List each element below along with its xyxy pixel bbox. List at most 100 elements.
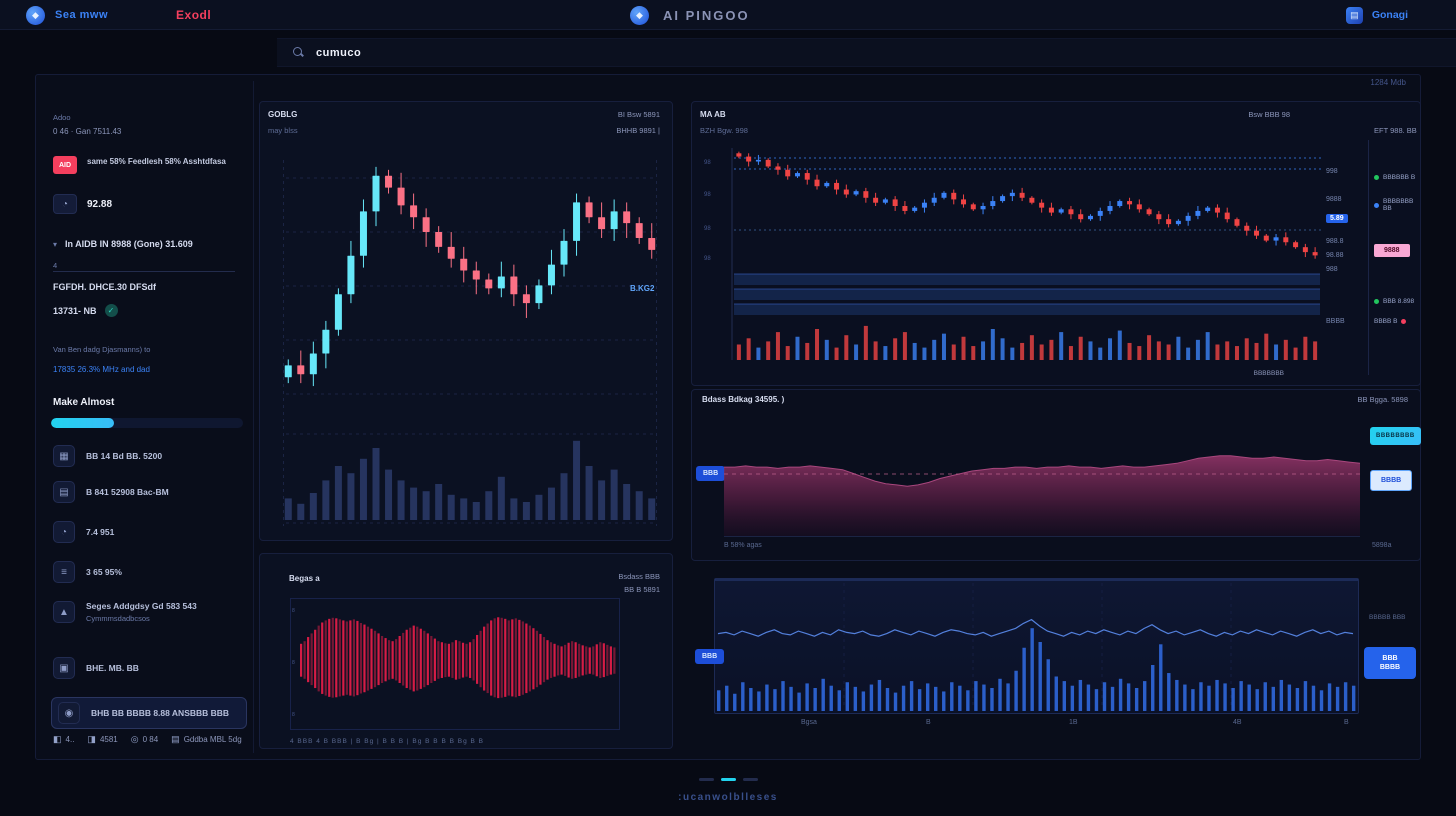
- slider-track[interactable]: [53, 271, 235, 272]
- brand-alt-label: Exodl: [176, 8, 211, 22]
- sidebar-item-label: Seges Addgdsy Gd 583 543 Cymmmsdadbcsos: [86, 601, 197, 622]
- panel-osc-title: Begas a: [289, 574, 320, 583]
- footer-item-3[interactable]: ▤ Gddba MBL 5dg: [171, 734, 241, 745]
- bar-line-chart: [715, 579, 1358, 713]
- pen-icon: ◨: [87, 734, 96, 745]
- top-bar: ◆ Sea mww Exodl ◆ AI PINGOO ▤ Gonagi: [0, 0, 1456, 30]
- app-logo-icon: ◆: [26, 6, 45, 25]
- sidebar-item-2[interactable]: ◔ 7.4 951: [53, 521, 253, 543]
- alert-row: AID same 58% Feedlesh 58% Asshtdfasa: [53, 156, 251, 174]
- sidebar-item-4[interactable]: ▲ Seges Addgdsy Gd 583 543 Cymmmsdadbcso…: [53, 601, 253, 623]
- bars-left-badge[interactable]: BBB: [695, 649, 724, 664]
- search-icon: [293, 47, 304, 58]
- sidebar-item-label-text: Seges Addgdsy Gd 583 543: [86, 601, 197, 611]
- metric-row: ◔ 92.88: [53, 194, 112, 214]
- panel-main-meta2: BHHB 9891 |: [616, 126, 660, 135]
- panel-dense-title: MA AB: [700, 110, 726, 119]
- area-bottom-left-label: B 58% agas: [724, 542, 762, 549]
- legend-item-3: BBB 8.898: [1374, 298, 1414, 305]
- area-cyan-badge[interactable]: BBBBBBBB: [1370, 427, 1421, 445]
- brand-name: Sea mww: [55, 9, 108, 21]
- bars-x-label: 1B: [1069, 719, 1078, 726]
- panel-area-meta: BB Bgga. 5898: [1358, 395, 1408, 404]
- green-dot-icon: [1374, 299, 1379, 304]
- symbol-dropdown[interactable]: ▾ In AIDB IN 8988 (Gone) 31.609: [53, 239, 193, 249]
- area-chart: [724, 410, 1360, 537]
- sidebar-footer: ◧ 4.. ◨ 4581 ◎ 0 84 ▤ Gddba MBL 5dg: [53, 734, 253, 745]
- area-left-badge[interactable]: BBB: [696, 466, 725, 481]
- footer-item-label: 4..: [66, 735, 75, 744]
- panel-main-title: GOBLG: [268, 110, 297, 119]
- footer-caption: :ucanwolblleses: [0, 792, 1456, 803]
- sidebar-item-5[interactable]: ▣ BHE. MB. BB: [53, 657, 253, 679]
- page-dash-2[interactable]: [743, 778, 758, 781]
- sidebar-item-label: BHB BB BBBB 8.88 ANSBBB BBB: [91, 708, 229, 718]
- trend-icon: ▲: [53, 601, 75, 623]
- legend-pink-badge[interactable]: 9888: [1374, 244, 1410, 257]
- legend-item-4: BBBB B: [1374, 318, 1406, 325]
- sidebar-item-label: B 841 52908 Bac-BM: [86, 487, 169, 497]
- page-title: AI PINGOO: [663, 8, 750, 23]
- legend-label: BBBBBBB BB: [1383, 198, 1420, 212]
- panel-area-chart: Bdass Bdkag 34595. ) BB Bgga. 5898 BBB B…: [691, 389, 1421, 561]
- green-dot-icon: [1374, 175, 1379, 180]
- sidebar-item-1[interactable]: ▤ B 841 52908 Bac-BM: [53, 481, 253, 503]
- sidebar-item-3[interactable]: ≡ 3 65 95%: [53, 561, 253, 583]
- main-frame: 1284 Mdb Adoo 0 46 · Gan 7511.43 AID sam…: [35, 74, 1421, 760]
- price-scale: 998 9888 5.89 988.8 98.88 988 BBBB: [1322, 102, 1366, 385]
- footer-item-2[interactable]: ◎ 0 84: [131, 734, 158, 745]
- bars-x-label: Bgsa: [801, 719, 817, 726]
- candlestick-chart: [282, 142, 658, 534]
- svg-text:98: 98: [704, 256, 711, 262]
- search-bar[interactable]: cumuco: [277, 38, 1456, 67]
- target-icon: ◉: [58, 702, 80, 724]
- corner-note: 1284 Mdb: [1370, 78, 1406, 87]
- footer-item-label: Gddba MBL 5dg: [184, 735, 242, 744]
- settings-icon[interactable]: ▤: [1346, 7, 1363, 24]
- page-dash-0[interactable]: [699, 778, 714, 781]
- header-right-label[interactable]: Gonagi: [1372, 9, 1408, 21]
- legend-label: BBB 8.898: [1383, 298, 1414, 305]
- sidebar-section-label: Adoo: [53, 113, 71, 122]
- legend-divider: [1368, 140, 1369, 375]
- footer-item-0[interactable]: ◧ 4..: [53, 734, 74, 745]
- svg-text:8: 8: [292, 712, 295, 718]
- svg-text:8: 8: [292, 608, 295, 614]
- panel-oscillator: Begas a Bsdass BBB BB B 5891 888 4 BBB 4…: [259, 553, 673, 749]
- legend-item-1: BBBBBBB BB: [1374, 198, 1420, 212]
- sidebar-item-0[interactable]: ▦ BB 14 Bd BB. 5200: [53, 445, 253, 467]
- note-1: Van Ben dadg Djasmanns) to: [53, 345, 243, 354]
- panel-bars-chart: [714, 578, 1359, 714]
- area-light-badge[interactable]: BBBB: [1370, 470, 1412, 491]
- panel-main-meta1: BI Bsw 5891: [618, 110, 660, 119]
- svg-text:8: 8: [292, 660, 295, 666]
- aid-badge: AID: [53, 156, 77, 174]
- app-root: ◆ Sea mww Exodl ◆ AI PINGOO ▤ Gonagi cum…: [0, 0, 1456, 816]
- dense-candlestick-chart: 98989898: [702, 142, 1322, 372]
- list-icon: ≡: [53, 561, 75, 583]
- panel-dense-meta2: EFT 988. BB: [1374, 126, 1417, 135]
- search-input[interactable]: cumuco: [316, 47, 361, 59]
- page-dash-1-active[interactable]: [721, 778, 736, 781]
- svg-text:98: 98: [704, 226, 711, 232]
- footer-item-1[interactable]: ◨ 4581: [87, 734, 117, 745]
- chevron-down-icon: ▾: [53, 240, 57, 249]
- panel-osc-meta1: Bsdass BBB: [618, 572, 660, 581]
- sidebar-item-6-active[interactable]: ◉ BHB BB BBBB 8.88 ANSBBB BBB: [51, 697, 247, 729]
- bars-right-badge[interactable]: BBB BBBB: [1364, 647, 1416, 679]
- metric-value: 92.88: [87, 199, 112, 210]
- blue-dot-icon: [1374, 203, 1379, 208]
- price-tag: B.KG2: [630, 284, 654, 293]
- center-logo-icon: ◆: [630, 6, 649, 25]
- scale-value-active: 5.89: [1326, 214, 1348, 223]
- sidebar-item-label: BHE. MB. BB: [86, 663, 139, 673]
- brand-left: ◆ Sea mww Exodl: [26, 0, 211, 30]
- brand-right: ▤ Gonagi: [1346, 0, 1408, 30]
- scale-value: BBBB: [1326, 318, 1345, 325]
- scale-value: 988: [1326, 266, 1338, 273]
- account-line-2-row: 13731- NB ✓: [53, 304, 118, 317]
- panel-dense-sublabel: BBBBBBB: [1254, 370, 1284, 377]
- note-2: 17835 26.3% MHz and dad: [53, 365, 150, 374]
- footer-item-label: 4581: [100, 735, 118, 744]
- legend-item-0: BBBBBB B: [1374, 174, 1415, 181]
